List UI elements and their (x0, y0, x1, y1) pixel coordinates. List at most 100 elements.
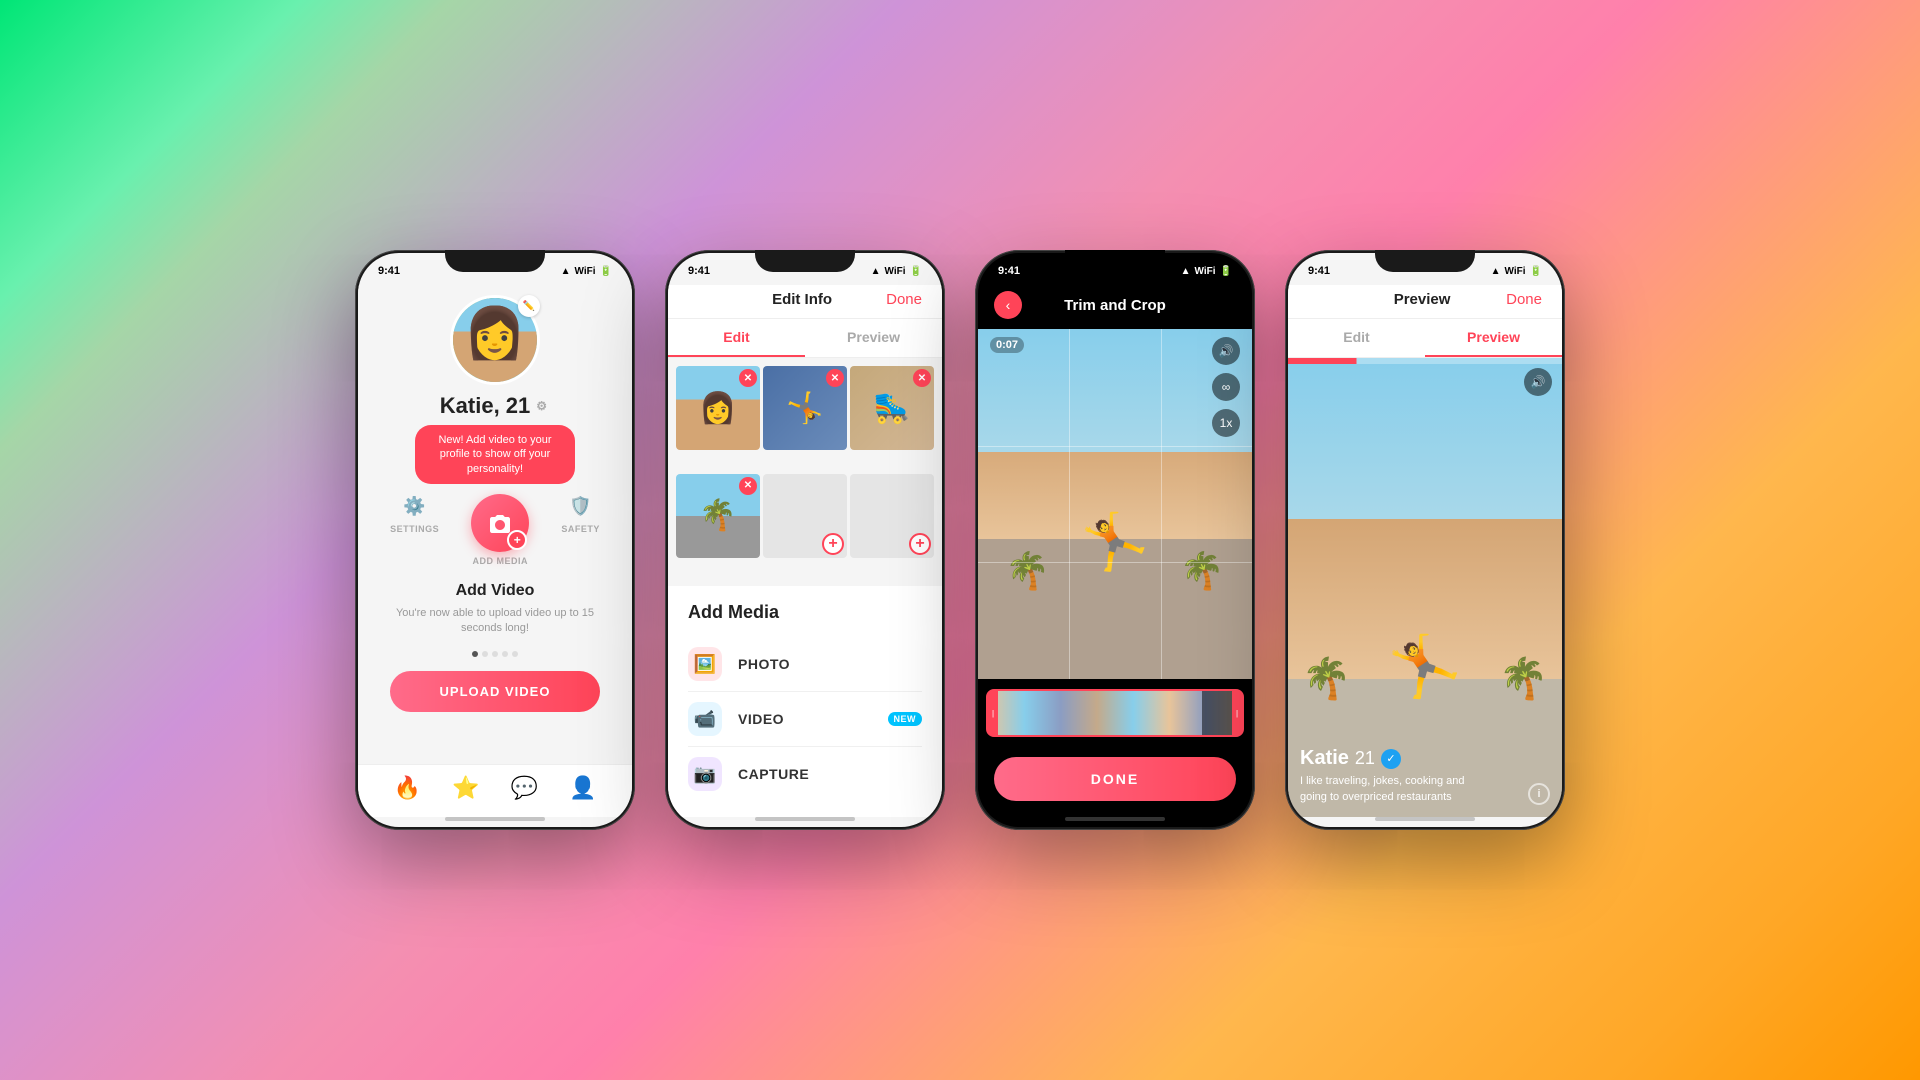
battery-icon: 🔋 (1220, 266, 1232, 277)
phone3-time: 9:41 (998, 265, 1020, 277)
trim-strip: | | (978, 679, 1252, 747)
trim-handle-right[interactable]: | (1232, 691, 1242, 735)
camera-button[interactable] (471, 494, 529, 552)
wifi-icon: WiFi (1505, 266, 1526, 277)
verified-badge: ✓ (1381, 749, 1401, 769)
trim-inactive-area (1202, 691, 1232, 735)
edit-avatar-icon[interactable]: ✏️ (518, 295, 540, 317)
settings-item[interactable]: ⚙️ SETTINGS (390, 494, 439, 576)
phone3-notch (1065, 250, 1165, 272)
phone1-content: ✏️ Katie, 21 ⚙ New! Add video to your pr… (358, 285, 632, 764)
phone1-screen: 9:41 ▲ WiFi 🔋 ✏️ Katie, 21 ⚙ (358, 253, 632, 827)
trim-handle-left[interactable]: | (988, 691, 998, 735)
phone3-screen: 9:41 ▲ WiFi 🔋 ‹ Trim and Crop (978, 253, 1252, 827)
vp4-user-name: Katie (1300, 747, 1349, 770)
video-bg: 🤸 🌴 🌴 (978, 329, 1252, 679)
add-video-desc: You're now able to upload video up to 15… (374, 606, 616, 637)
tab-edit-p4[interactable]: Edit (1288, 319, 1425, 357)
profile-icon[interactable]: 👤 (569, 775, 596, 801)
signal-icon: ▲ (1181, 266, 1191, 277)
action-row: ⚙️ SETTINGS ADD MEDIA 🛡️ SAFETY (374, 494, 616, 576)
messages-icon[interactable]: 💬 (511, 775, 538, 801)
preview-title: Preview (1394, 291, 1451, 308)
phone1-wrapper: 9:41 ▲ WiFi 🔋 ✏️ Katie, 21 ⚙ (355, 250, 635, 830)
new-badge: NEW (888, 712, 923, 726)
done-button[interactable]: DONE (994, 757, 1236, 801)
camera-icon (488, 513, 512, 533)
dot-3 (492, 651, 498, 657)
bottom-nav: 🔥 ⭐ 💬 👤 (358, 764, 632, 817)
vp4-sky (1288, 358, 1562, 519)
photo-cell-5[interactable]: + (763, 474, 847, 558)
phone4-header: Preview Done (1288, 285, 1562, 319)
phone4-notch (1375, 250, 1475, 272)
gear-icon: ⚙️ (402, 494, 428, 520)
done-button[interactable]: Done (886, 291, 922, 308)
phone4-tab-row: Edit Preview (1288, 319, 1562, 358)
vp4-name-row: Katie 21 ✓ (1300, 747, 1550, 770)
loop-button[interactable]: ∞ (1212, 373, 1240, 401)
home-indicator-4 (1375, 817, 1475, 821)
photo-option[interactable]: 🖼️ PHOTO (688, 637, 922, 692)
vp4-palm-right: 🌴 (1499, 655, 1549, 702)
photo-option-icon: 🖼️ (688, 647, 722, 681)
phone1-notch (445, 250, 545, 272)
photo-cell-3[interactable]: 🛼 ✕ (850, 366, 934, 450)
delete-photo-4[interactable]: ✕ (739, 477, 757, 495)
battery-icon: 🔋 (910, 266, 922, 277)
trim-crop-title: Trim and Crop (1064, 297, 1166, 314)
palm-left: 🌴 (1005, 550, 1050, 592)
capture-option[interactable]: 📷 CAPTURE (688, 747, 922, 801)
photo-cell-1[interactable]: 👩 ✕ (676, 366, 760, 450)
tab-preview[interactable]: Preview (805, 319, 942, 357)
capture-option-icon: 📷 (688, 757, 722, 791)
battery-icon: 🔋 (1530, 266, 1542, 277)
upload-video-button[interactable]: UPLOAD VIDEO (390, 671, 601, 712)
delete-photo-3[interactable]: ✕ (913, 369, 931, 387)
speed-button[interactable]: 1x (1212, 409, 1240, 437)
safety-item[interactable]: 🛡️ SAFETY (561, 494, 600, 576)
avatar-container: ✏️ (450, 295, 540, 385)
tab-preview-p4[interactable]: Preview (1425, 319, 1562, 357)
signal-icon: ▲ (871, 266, 881, 277)
tooltip-bubble: New! Add video to your profile to show o… (415, 425, 575, 484)
page-dots (472, 651, 518, 657)
tab-edit[interactable]: Edit (668, 319, 805, 357)
phone4-wrapper: 9:41 ▲ WiFi 🔋 Preview Done Edit Preview (1285, 250, 1565, 830)
add-photo-6[interactable]: + (909, 533, 931, 555)
palm-right: 🌴 (1180, 550, 1225, 592)
phone2: 9:41 ▲ WiFi 🔋 Edit Info Done Edit Previe… (665, 250, 945, 830)
preview-done-button[interactable]: Done (1506, 291, 1542, 308)
info-button[interactable]: i (1528, 783, 1550, 805)
video-option[interactable]: 📹 VIDEO NEW (688, 692, 922, 747)
wifi-icon: WiFi (575, 266, 596, 277)
photo-option-label: PHOTO (738, 656, 922, 672)
phone2-tab-row: Edit Preview (668, 319, 942, 358)
filmstrip[interactable]: | | (986, 689, 1244, 737)
add-photo-5[interactable]: + (822, 533, 844, 555)
signal-icon: ▲ (561, 266, 571, 277)
photo-cell-6[interactable]: + (850, 474, 934, 558)
sound-button[interactable]: 🔊 (1212, 337, 1240, 365)
photo-cell-4[interactable]: 🌴 ✕ (676, 474, 760, 558)
capture-option-label: CAPTURE (738, 766, 922, 782)
delete-photo-2[interactable]: ✕ (826, 369, 844, 387)
vp4-sound-button[interactable]: 🔊 (1524, 368, 1552, 396)
edit-info-title: Edit Info (772, 291, 832, 308)
delete-photo-1[interactable]: ✕ (739, 369, 757, 387)
video-option-label: VIDEO (738, 711, 872, 727)
vp4-bio: I like traveling, jokes, cooking and goi… (1300, 774, 1490, 805)
back-button[interactable]: ‹ (994, 291, 1022, 319)
vp4-person: 🤸 (1388, 631, 1463, 702)
dot-4 (502, 651, 508, 657)
phone2-notch (755, 250, 855, 272)
photo-cell-2[interactable]: 🤸 ✕ (763, 366, 847, 450)
boost-icon[interactable]: ⭐ (452, 775, 479, 801)
dot-5 (512, 651, 518, 657)
phone1-time: 9:41 (378, 265, 400, 277)
like-icon[interactable]: 🔥 (394, 775, 421, 801)
battery-icon: 🔋 (600, 266, 612, 277)
add-media-title: Add Media (688, 602, 922, 623)
home-indicator (445, 817, 545, 821)
video-time: 0:07 (990, 337, 1024, 353)
